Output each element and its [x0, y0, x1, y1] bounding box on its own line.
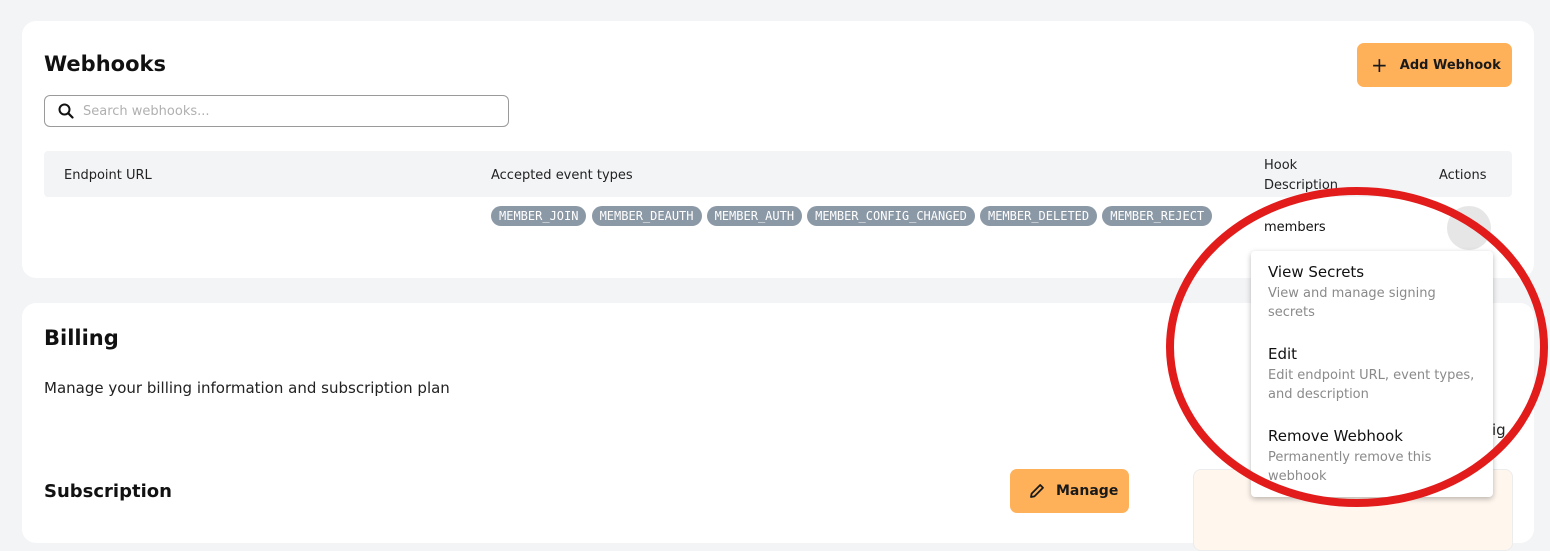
menu-item-description: Edit endpoint URL, event types, and desc… [1268, 368, 1475, 402]
manage-subscription-button[interactable]: Manage [1010, 469, 1129, 513]
webhooks-card: Webhooks + Add Webhook Endpoint URL Acce… [22, 21, 1534, 278]
row-actions-button[interactable] [1447, 206, 1491, 250]
event-chip: MEMBER_DELETED [979, 206, 1098, 226]
event-types-list: MEMBER_JOIN MEMBER_DEAUTH MEMBER_AUTH ME… [491, 205, 1231, 230]
row-actions-menu: View Secrets View and manage signing sec… [1251, 251, 1493, 497]
manage-label: Manage [1056, 483, 1119, 499]
search-field[interactable] [44, 95, 509, 127]
row-description: members [1264, 220, 1326, 235]
event-chip: MEMBER_AUTH [706, 206, 803, 226]
billing-subtitle: Manage your billing information and subs… [44, 379, 450, 397]
event-chip: MEMBER_JOIN [491, 206, 587, 226]
pencil-icon [1030, 484, 1044, 498]
webhooks-title: Webhooks [44, 52, 166, 76]
billing-title: Billing [44, 326, 119, 350]
add-webhook-label: Add Webhook [1399, 57, 1501, 73]
event-chip: MEMBER_DEAUTH [591, 206, 702, 226]
column-header-endpoint: Endpoint URL [64, 168, 152, 183]
subscription-title: Subscription [44, 481, 172, 502]
add-webhook-button[interactable]: + Add Webhook [1357, 43, 1512, 87]
column-header-actions: Actions [1439, 168, 1487, 183]
menu-item-label: View Secrets [1268, 263, 1365, 281]
column-header-description: Hook Description [1264, 158, 1339, 193]
search-input[interactable] [81, 102, 485, 120]
search-icon [58, 103, 74, 119]
plus-icon: + [1371, 53, 1388, 77]
menu-item-description: Permanently remove this webhook [1268, 450, 1432, 484]
menu-item-label: Edit [1268, 345, 1298, 363]
billing-partial-text: ig [1492, 421, 1506, 439]
table-header: Endpoint URL Accepted event types Hook D… [44, 151, 1512, 197]
menu-item-label: Remove Webhook [1268, 427, 1403, 445]
event-chip: MEMBER_REJECT [1102, 206, 1213, 226]
menu-item-edit[interactable]: Edit Edit endpoint URL, event types, and… [1268, 344, 1478, 404]
menu-item-description: View and manage signing secrets [1268, 286, 1436, 320]
event-chip: MEMBER_CONFIG_CHANGED [807, 206, 975, 226]
column-header-events: Accepted event types [491, 168, 633, 183]
menu-item-view-secrets[interactable]: View Secrets View and manage signing sec… [1268, 262, 1478, 322]
menu-item-remove-webhook[interactable]: Remove Webhook Permanently remove this w… [1268, 426, 1478, 486]
